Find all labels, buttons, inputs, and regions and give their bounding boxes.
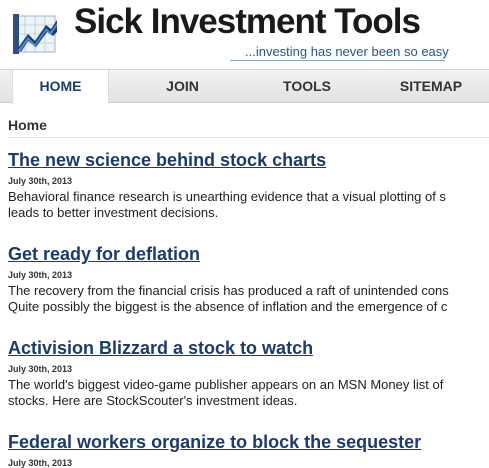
main-nav: HOME JOIN TOOLS SITEMAP [0, 69, 489, 104]
nav-join[interactable]: JOIN [140, 70, 225, 102]
article-item: Federal workers organize to block the se… [8, 432, 489, 468]
stock-chart-logo-icon[interactable] [13, 12, 60, 56]
article-title-link[interactable]: The new science behind stock charts [8, 150, 489, 171]
site-tagline: ...investing has never been so easy [245, 44, 449, 59]
summary-line: Quite possibly the biggest is the absenc… [8, 299, 448, 314]
article-item: Get ready for deflation July 30th, 2013 … [8, 244, 489, 315]
summary-line: The world's biggest video-game publisher… [8, 377, 444, 392]
site-title[interactable]: Sick Investment Tools [74, 2, 421, 42]
nav-sitemap[interactable]: SITEMAP [385, 70, 477, 102]
article-summary: Behavioral finance research is unearthin… [8, 189, 489, 221]
article-date: July 30th, 2013 [8, 270, 73, 280]
site-header: Sick Investment Tools ...investing has n… [0, 0, 489, 68]
article-summary: The recovery from the financial crisis h… [8, 283, 489, 315]
article-title-link[interactable]: Federal workers organize to block the se… [8, 432, 489, 453]
summary-line: leads to better investment decisions. [8, 205, 219, 220]
summary-line: Behavioral finance research is unearthin… [8, 189, 446, 204]
summary-line: stocks. Here are StockScouter's investme… [8, 393, 298, 408]
article-date: July 30th, 2013 [8, 176, 73, 186]
summary-line: The recovery from the financial crisis h… [8, 283, 449, 298]
tagline-underline [230, 60, 445, 61]
nav-home[interactable]: HOME [12, 70, 109, 104]
article-title-link[interactable]: Activision Blizzard a stock to watch [8, 338, 489, 359]
article-title-link[interactable]: Get ready for deflation [8, 244, 489, 265]
breadcrumb-divider [8, 137, 489, 138]
article-item: The new science behind stock charts July… [8, 150, 489, 221]
article-summary: The world's biggest video-game publisher… [8, 377, 489, 409]
nav-tools[interactable]: TOOLS [263, 70, 351, 102]
article-item: Activision Blizzard a stock to watch Jul… [8, 338, 489, 409]
article-date: July 30th, 2013 [8, 364, 73, 374]
breadcrumb: Home [8, 117, 47, 133]
